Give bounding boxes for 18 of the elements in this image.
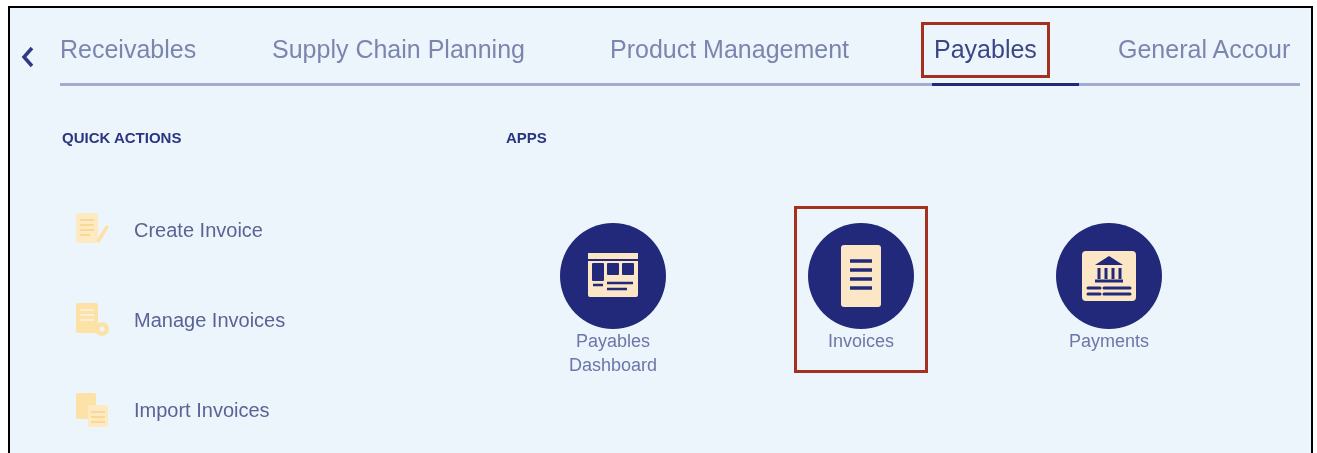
document-icon <box>74 391 110 429</box>
document-icon <box>74 301 110 339</box>
tab[interactable]: Product Management <box>597 22 863 78</box>
app-tile[interactable]: Payables Dashboard <box>546 206 680 384</box>
tab[interactable]: Receivables <box>47 22 210 78</box>
quick-action-link[interactable]: Create Invoice <box>134 215 263 245</box>
document-icon <box>808 223 914 329</box>
dashboard-icon <box>560 223 666 329</box>
app-tile[interactable]: Invoices <box>794 206 928 373</box>
tab[interactable]: Supply Chain Planning <box>259 22 538 78</box>
bank-icon <box>1056 223 1162 329</box>
section-heading: APPS <box>506 128 547 148</box>
quick-action-link[interactable]: Manage Invoices <box>134 305 286 335</box>
section-heading: QUICK ACTIONS <box>62 128 182 148</box>
tab[interactable]: Payables <box>921 22 1050 78</box>
app-tile[interactable]: Payments <box>1042 206 1176 373</box>
tab[interactable]: General Accour <box>1105 22 1304 78</box>
quick-action-link[interactable]: Import Invoices <box>134 395 270 425</box>
